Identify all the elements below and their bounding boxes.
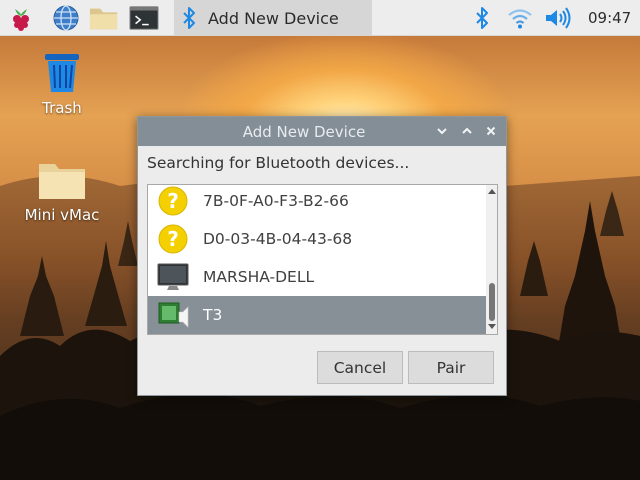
svg-text:?: ?	[167, 227, 179, 251]
maximize-button[interactable]	[459, 123, 475, 139]
wifi-icon	[508, 9, 532, 29]
trash-icon	[45, 54, 79, 92]
bluetooth-icon	[183, 7, 195, 29]
scroll-down-arrow-icon[interactable]	[488, 324, 496, 329]
scroll-up-arrow-icon[interactable]	[488, 189, 496, 194]
device-item-7b-0f-a0-f3-b2-66[interactable]: ? 7B-0F-A0-F3-B2-66	[148, 185, 486, 220]
pair-button[interactable]: Pair	[408, 351, 494, 384]
web-browser-icon	[53, 5, 79, 31]
desktop-icon-label: Trash	[42, 99, 82, 117]
device-item-d0-03-4b-04-43-68[interactable]: ? D0-03-4B-04-43-68	[148, 220, 486, 258]
device-name: 7B-0F-A0-F3-B2-66	[203, 192, 349, 210]
taskbar-task-add-new-device[interactable]: Add New Device	[174, 0, 372, 36]
audio-device-icon	[158, 302, 189, 328]
add-new-device-dialog: Add New Device Searching for Bluetooth d…	[137, 116, 507, 396]
unknown-device-icon: ?	[158, 224, 188, 254]
raspberry-menu-icon	[13, 9, 29, 31]
desktop-icon-label: Mini vMac	[24, 206, 100, 224]
device-name: MARSHA-DELL	[203, 268, 315, 286]
computer-icon	[157, 263, 189, 290]
device-list[interactable]: ? 7B-0F-A0-F3-B2-66 ? D0-03-4B-04-43-68 …	[147, 184, 498, 335]
tray-bluetooth-button[interactable]	[467, 3, 497, 33]
dialog-titlebar[interactable]: Add New Device	[138, 117, 506, 146]
chevron-up-icon	[462, 127, 472, 134]
search-status: Searching for Bluetooth devices...	[147, 154, 410, 172]
scrollbar-thumb[interactable]	[489, 283, 495, 321]
device-item-t3[interactable]: T3	[148, 296, 486, 334]
file-manager-button[interactable]	[89, 3, 119, 33]
svg-text:?: ?	[167, 189, 179, 213]
dialog-title: Add New Device	[242, 122, 366, 141]
taskbar: Add New Device 09:47	[0, 0, 640, 36]
clock: 09:47	[588, 9, 632, 27]
tray-volume-button[interactable]	[543, 3, 573, 33]
menu-button[interactable]	[6, 3, 36, 33]
terminal-button[interactable]	[129, 3, 159, 33]
unknown-device-icon: ?	[158, 186, 188, 216]
taskbar-task-label: Add New Device	[208, 8, 339, 28]
device-list-scrollbar[interactable]	[486, 185, 497, 334]
close-button[interactable]	[483, 123, 499, 139]
close-icon	[486, 126, 496, 136]
chevron-down-icon	[437, 128, 447, 135]
volume-icon	[546, 7, 571, 29]
desktop-icon-trash[interactable]: Trash	[7, 50, 117, 117]
device-name: D0-03-4B-04-43-68	[203, 230, 353, 248]
folder-icon	[39, 164, 85, 199]
bluetooth-icon	[476, 7, 488, 29]
terminal-icon	[129, 6, 159, 30]
cancel-button[interactable]: Cancel	[317, 351, 403, 384]
desktop-icon-mini-vmac[interactable]: Mini vMac	[7, 158, 117, 224]
tray-wifi-button[interactable]	[505, 3, 535, 33]
minimize-button[interactable]	[434, 123, 450, 139]
device-item-marsha-dell[interactable]: MARSHA-DELL	[148, 258, 486, 296]
web-browser-button[interactable]	[51, 3, 81, 33]
file-manager-icon	[89, 8, 118, 30]
device-name: T3	[203, 306, 223, 324]
